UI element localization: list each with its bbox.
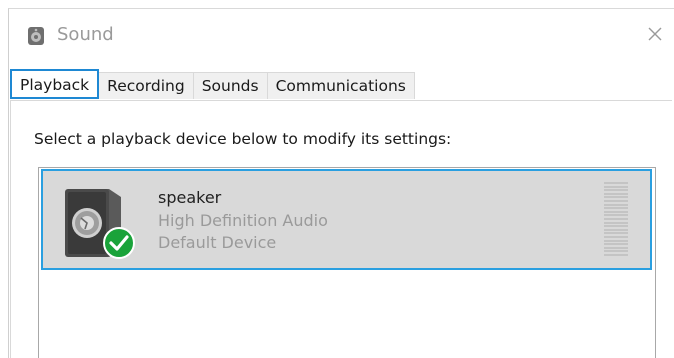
default-check-icon <box>103 227 135 259</box>
window-title: Sound <box>57 24 114 45</box>
speaker-icon <box>59 185 139 261</box>
title-bar[interactable]: Sound <box>9 9 674 59</box>
audio-level-meter <box>604 182 628 256</box>
close-icon <box>648 27 662 41</box>
close-button[interactable] <box>642 21 668 47</box>
tab-communications[interactable]: Communications <box>266 72 415 99</box>
tab-recording[interactable]: Recording <box>98 72 194 99</box>
playback-instruction: Select a playback device below to modify… <box>34 130 452 148</box>
device-driver: High Definition Audio <box>158 211 328 230</box>
device-status: Default Device <box>158 233 277 252</box>
tab-playback[interactable]: Playback <box>10 69 100 99</box>
device-name: speaker <box>158 188 222 207</box>
sound-app-icon <box>25 25 47 47</box>
device-item-speaker[interactable]: speaker High Definition Audio Default De… <box>41 169 652 270</box>
tab-strip: Playback Recording Sounds Communications <box>10 69 415 99</box>
tab-sounds[interactable]: Sounds <box>192 72 268 99</box>
